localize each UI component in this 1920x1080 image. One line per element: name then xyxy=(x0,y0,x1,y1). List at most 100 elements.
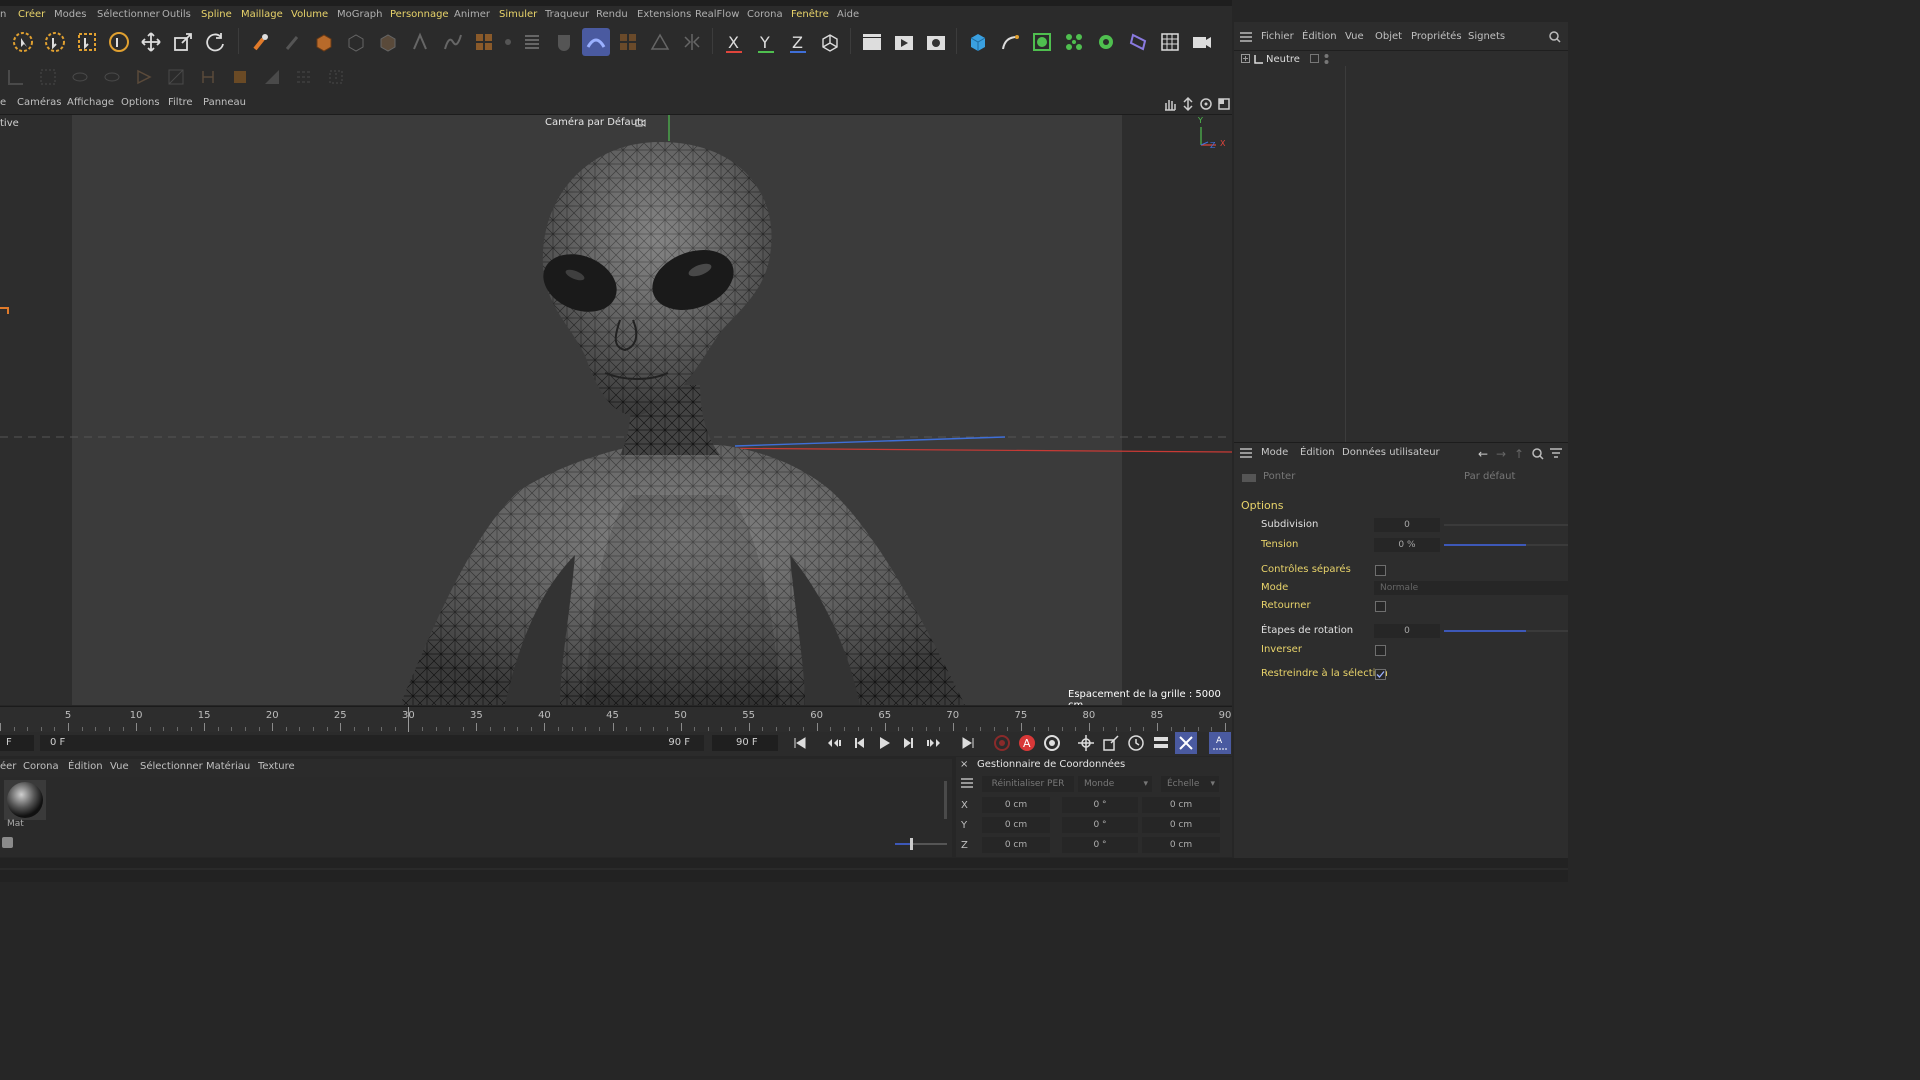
lock-x-axis-button[interactable]: X xyxy=(720,28,748,56)
material-menu-corona[interactable]: Corona xyxy=(23,761,59,772)
live-selection-tool-icon[interactable] xyxy=(9,28,37,56)
axis-mode-icon[interactable] xyxy=(130,63,158,91)
menu-item-11[interactable]: Simuler xyxy=(499,9,537,20)
bevel-tool-icon[interactable] xyxy=(374,28,402,56)
polygon-mode-icon[interactable] xyxy=(342,28,370,56)
object-menu-edit[interactable]: Édition xyxy=(1302,31,1337,42)
menu-item-18[interactable]: Aide xyxy=(837,9,859,20)
list-tool-icon[interactable] xyxy=(518,28,546,56)
material-menu-view[interactable]: Vue xyxy=(110,761,129,772)
layer-icon[interactable] xyxy=(1310,54,1319,66)
deformer-tool-icon[interactable] xyxy=(550,28,578,56)
visibility-dots-icon[interactable] xyxy=(1324,53,1329,68)
preview-range-bar[interactable]: 0 F 90 F xyxy=(40,735,704,751)
workplane-icon[interactable] xyxy=(34,63,62,91)
end-frame-field[interactable]: 90 F xyxy=(712,735,778,751)
menu-item-2[interactable]: Modes xyxy=(54,9,86,20)
material-scrollbar[interactable] xyxy=(944,781,947,819)
rotate-tool-icon[interactable] xyxy=(201,28,229,56)
menu-item-15[interactable]: RealFlow xyxy=(695,9,739,20)
current-frame-field[interactable]: F xyxy=(0,735,34,751)
rotation-z-field[interactable]: 0 ° xyxy=(1062,837,1138,853)
size-x-field[interactable]: 0 cm xyxy=(1142,797,1220,813)
snap-icon[interactable] xyxy=(2,63,30,91)
material-menu-select[interactable]: Sélectionner xyxy=(140,761,203,772)
menu-item-3[interactable]: Sélectionner xyxy=(97,9,160,20)
menu-item-4[interactable]: Outils xyxy=(162,9,191,20)
scale-tool-icon[interactable] xyxy=(169,28,197,56)
scale-key-icon[interactable] xyxy=(1102,734,1120,755)
viewport-menu-panel[interactable]: Panneau xyxy=(203,97,246,108)
restrict-selection-checkbox[interactable] xyxy=(1375,669,1386,680)
lasso-selection-tool-icon[interactable] xyxy=(41,28,69,56)
bridge-tool-icon[interactable] xyxy=(406,28,434,56)
coordinate-mode-select[interactable]: Monde ▾ xyxy=(1078,776,1152,792)
flip-checkbox[interactable] xyxy=(1375,601,1386,612)
menu-item-7[interactable]: Volume xyxy=(291,9,328,20)
move-tool-icon[interactable] xyxy=(137,28,165,56)
material-menu-texture[interactable]: Texture xyxy=(258,761,295,772)
menu-item-8[interactable]: MoGraph xyxy=(337,9,382,20)
play-icon[interactable] xyxy=(876,735,892,754)
model-mode-icon[interactable] xyxy=(226,63,254,91)
attribute-menu-edit[interactable]: Édition xyxy=(1300,447,1335,458)
next-frame-icon[interactable] xyxy=(900,735,916,754)
previous-keyframe-icon[interactable] xyxy=(826,735,842,754)
position-z-field[interactable]: 0 cm xyxy=(982,837,1050,853)
position-key-icon[interactable] xyxy=(1077,734,1095,755)
render-view-icon[interactable] xyxy=(858,28,886,56)
attribute-section-options[interactable]: Options xyxy=(1241,499,1283,512)
extrude-tool-icon[interactable] xyxy=(310,28,338,56)
previous-frame-icon[interactable] xyxy=(852,735,868,754)
timeline-ruler[interactable]: 51015202530354045505560657075808590 xyxy=(0,706,1232,733)
effector-icon[interactable] xyxy=(1092,28,1120,56)
cloner-icon[interactable] xyxy=(1060,28,1088,56)
point-level-animation-icon[interactable] xyxy=(1175,732,1197,757)
3d-viewport[interactable]: tive Caméra par Défaut Y X Z Espacement … xyxy=(0,115,1232,705)
rotation-key-icon[interactable] xyxy=(1127,734,1145,755)
subdivision-slider[interactable] xyxy=(1444,524,1568,526)
invert-checkbox[interactable] xyxy=(1375,645,1386,656)
rotation-x-field[interactable]: 0 ° xyxy=(1062,797,1138,813)
lock-z-axis-button[interactable]: Z xyxy=(784,28,812,56)
object-menu-file[interactable]: Fichier xyxy=(1261,31,1294,42)
material-menu-material[interactable]: Matériau xyxy=(206,761,250,772)
grid-array-icon[interactable] xyxy=(614,28,642,56)
material-panel-toggle-icon[interactable] xyxy=(2,837,13,848)
object-manager-column-divider[interactable] xyxy=(1345,66,1346,442)
bend-deformer-icon[interactable] xyxy=(582,28,610,56)
array-tool-icon[interactable] xyxy=(470,28,498,56)
object-menu-view[interactable]: Vue xyxy=(1345,31,1364,42)
polygon-selection-tool-icon[interactable] xyxy=(105,28,133,56)
viewport-menu-options[interactable]: Options xyxy=(121,97,160,108)
timeline-playhead[interactable] xyxy=(408,707,410,733)
viewport-menu-filter[interactable]: Filtre xyxy=(168,97,193,108)
forward-arrow-icon[interactable]: → xyxy=(1496,447,1506,461)
search-icon[interactable] xyxy=(1532,448,1544,463)
brush-tool-icon[interactable] xyxy=(246,28,274,56)
camera-object-icon[interactable] xyxy=(1188,28,1216,56)
menu-item-13[interactable]: Rendu xyxy=(596,9,628,20)
scene-grid-icon[interactable] xyxy=(1156,28,1184,56)
autokey-icon[interactable]: A xyxy=(1018,734,1036,755)
triangle-icon[interactable] xyxy=(646,28,674,56)
viewport-menu-display[interactable]: Affichage xyxy=(67,97,114,108)
object-menu-object[interactable]: Objet xyxy=(1375,31,1402,42)
object-mode-icon[interactable] xyxy=(258,63,286,91)
menu-item-14[interactable]: Extensions xyxy=(637,9,691,20)
hamburger-menu-icon[interactable] xyxy=(1240,448,1252,461)
knife-tool-icon[interactable] xyxy=(278,28,306,56)
edge-mode-icon[interactable] xyxy=(194,63,222,91)
object-menu-bookmarks[interactable]: Signets xyxy=(1468,31,1505,42)
parameter-key-icon[interactable] xyxy=(1152,734,1170,755)
viewport-menu-cameras[interactable]: Caméras xyxy=(17,97,61,108)
menu-item-12[interactable]: Traqueur xyxy=(545,9,589,20)
menu-item-10[interactable]: Animer xyxy=(454,9,490,20)
menu-item-6[interactable]: Maillage xyxy=(241,9,283,20)
render-settings-icon[interactable] xyxy=(922,28,950,56)
pen-spline-icon[interactable] xyxy=(996,28,1024,56)
rotation-y-field[interactable]: 0 ° xyxy=(1062,817,1138,833)
tension-slider[interactable] xyxy=(1444,544,1568,546)
tension-field[interactable]: 0 % xyxy=(1374,538,1440,552)
viewport-menu-view[interactable]: e xyxy=(0,97,6,108)
